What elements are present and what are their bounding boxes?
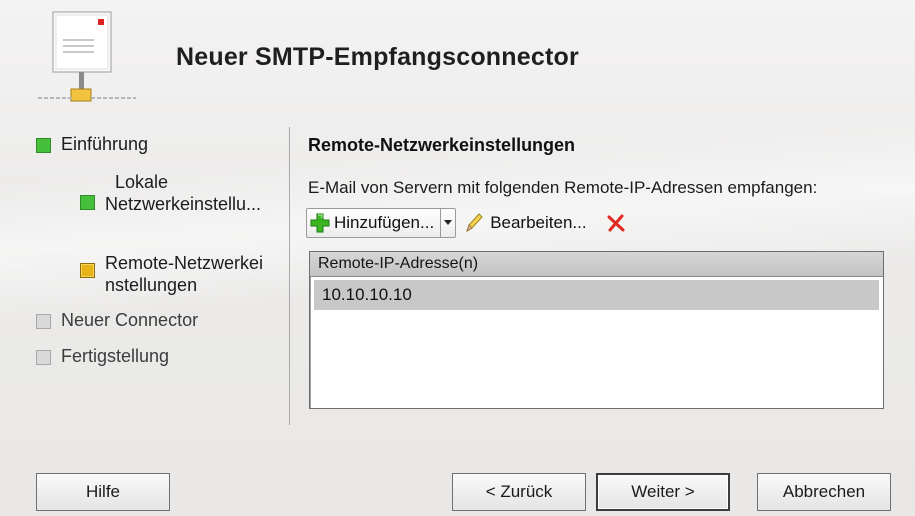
add-button-label: Hinzufügen... xyxy=(334,213,435,232)
step-introduction: Einführung xyxy=(36,134,148,155)
step-label: Remote-Netzwerkei xyxy=(105,253,264,273)
step-label: Neuer Connector xyxy=(61,310,199,330)
edit-button-label: Bearbeiten... xyxy=(490,213,587,232)
step-finish: Fertigstellung xyxy=(36,346,169,367)
next-button[interactable]: Weiter > xyxy=(596,473,730,511)
help-button[interactable]: Hilfe xyxy=(36,473,170,511)
edit-button[interactable]: Bearbeiten... xyxy=(464,212,587,234)
ip-toolbar: Hinzufügen... Bearbeiten... xyxy=(306,207,625,239)
vertical-divider xyxy=(289,127,290,425)
back-button[interactable]: < Zurück xyxy=(452,473,586,511)
step-remote-network: Remote-Netzwerkei nstellungen xyxy=(80,252,263,296)
add-split-button: Hinzufügen... xyxy=(306,208,457,238)
step-label: Fertigstellung xyxy=(61,346,170,366)
step-pending-icon xyxy=(36,350,51,365)
list-column-header[interactable]: Remote-IP-Adresse(n) xyxy=(310,252,883,277)
step-done-icon xyxy=(36,138,51,153)
chevron-down-icon xyxy=(444,220,453,226)
wizard-steps: Einführung Lokale Netzwerkeinstellu... R… xyxy=(0,0,288,440)
list-item[interactable]: 10.10.10.10 xyxy=(314,280,879,310)
pencil-icon xyxy=(464,212,484,234)
step-label: Einführung xyxy=(61,134,149,154)
green-plus-icon xyxy=(309,212,331,234)
delete-button[interactable] xyxy=(607,214,625,232)
step-current-icon xyxy=(80,263,95,278)
step-local-network: Lokale Netzwerkeinstellu... xyxy=(80,171,261,215)
red-x-icon xyxy=(607,214,625,232)
add-dropdown-toggle[interactable] xyxy=(441,209,455,237)
step-label: Lokale xyxy=(115,172,169,192)
step-label-cont: Netzwerkeinstellu... xyxy=(105,194,262,214)
step-done-icon xyxy=(80,195,95,210)
add-button[interactable]: Hinzufügen... xyxy=(307,209,442,237)
section-description: E-Mail von Servern mit folgenden Remote-… xyxy=(308,178,818,197)
cancel-button[interactable]: Abbrechen xyxy=(757,473,891,511)
step-label-cont: nstellungen xyxy=(105,275,198,295)
step-pending-icon xyxy=(36,314,51,329)
section-title: Remote-Netzwerkeinstellungen xyxy=(308,135,576,155)
remote-ip-list[interactable]: Remote-IP-Adresse(n) 10.10.10.10 xyxy=(309,251,884,409)
step-new-connector: Neuer Connector xyxy=(36,310,198,331)
